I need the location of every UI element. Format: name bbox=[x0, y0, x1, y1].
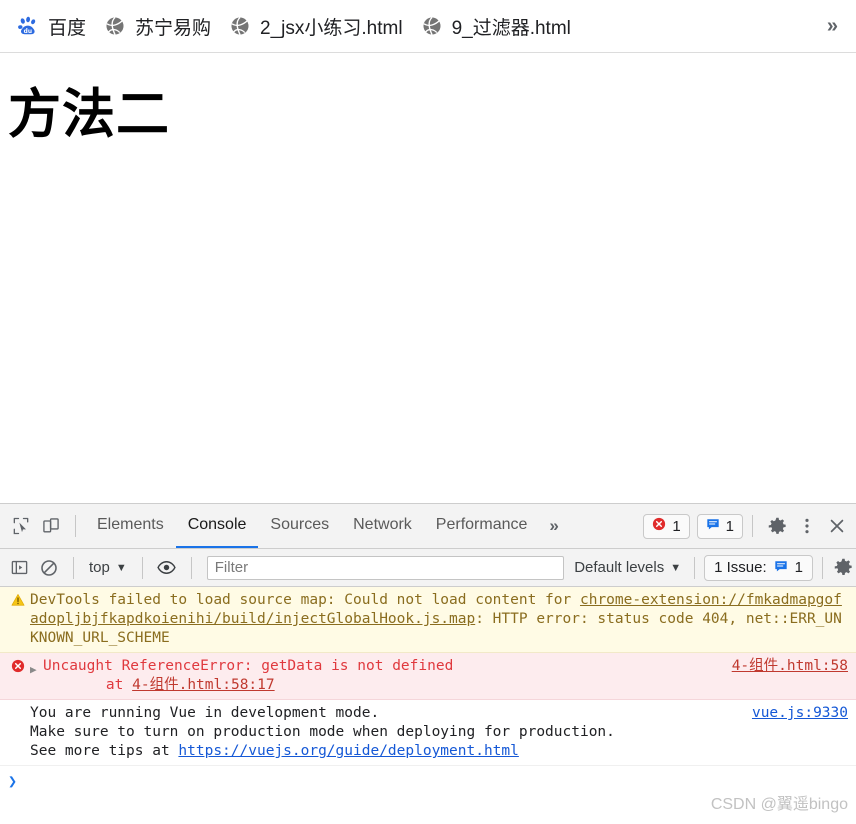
device-toolbar-icon[interactable] bbox=[36, 511, 66, 541]
bookmarks-bar: du 百度 苏宁易购 2_jsx小练习.html 9_过滤器.html » bbox=[0, 0, 856, 53]
console-toolbar-divider bbox=[694, 556, 696, 579]
devtools-tab-list: Elements Console Sources Network Perform… bbox=[85, 504, 569, 548]
bookmark-item-jsx-exercise[interactable]: 2_jsx小练习.html bbox=[220, 10, 412, 43]
speech-bubble-icon bbox=[706, 517, 720, 535]
warning-message-text: DevTools failed to load source map: Coul… bbox=[30, 591, 848, 648]
tab-sources[interactable]: Sources bbox=[258, 504, 341, 548]
message-count-value: 1 bbox=[725, 517, 734, 535]
error-stack-line: at 4-组件.html:58:17 bbox=[43, 676, 718, 695]
bookmark-label: 苏宁易购 bbox=[135, 17, 212, 39]
execution-context-label: top bbox=[89, 559, 110, 576]
devtools-main-toolbar: Elements Console Sources Network Perform… bbox=[0, 504, 856, 549]
bookmarks-overflow-button[interactable]: » bbox=[821, 12, 848, 40]
live-expression-icon[interactable] bbox=[152, 553, 182, 583]
web-page-viewport: 方法二 bbox=[0, 53, 856, 503]
error-message-text: Uncaught ReferenceError: getData is not … bbox=[43, 657, 722, 695]
prompt-chevron-icon: ❯ bbox=[8, 772, 18, 790]
globe-icon bbox=[229, 15, 251, 37]
tab-console[interactable]: Console bbox=[175, 504, 259, 548]
tab-elements[interactable]: Elements bbox=[85, 504, 176, 548]
bookmark-item-suning[interactable]: 苏宁易购 bbox=[95, 10, 220, 43]
info-source-link[interactable]: vue.js:9330 bbox=[752, 704, 848, 723]
chevron-down-icon: ▼ bbox=[115, 561, 127, 574]
globe-icon bbox=[104, 15, 126, 37]
clear-console-icon[interactable] bbox=[34, 553, 64, 583]
warning-text-lead: DevTools failed to load source map: Coul… bbox=[30, 592, 580, 608]
error-circle-icon bbox=[6, 657, 30, 673]
console-toolbar-divider bbox=[73, 556, 74, 579]
tabs-overflow-button[interactable]: » bbox=[539, 504, 568, 548]
toolbar-divider bbox=[752, 515, 753, 537]
vue-deployment-link[interactable]: https://vuejs.org/guide/deployment.html bbox=[178, 743, 518, 759]
console-toolbar-divider bbox=[190, 556, 192, 579]
baidu-paw-icon: du bbox=[17, 15, 39, 37]
log-levels-selector[interactable]: Default levels ▼ bbox=[570, 557, 685, 578]
error-count-badge[interactable]: 1 bbox=[643, 513, 690, 539]
bookmark-item-filter-html[interactable]: 9_过滤器.html bbox=[412, 10, 580, 43]
issues-count: 1 bbox=[794, 559, 803, 576]
svg-text:du: du bbox=[24, 29, 32, 35]
inspect-element-icon[interactable] bbox=[6, 511, 36, 541]
tab-performance[interactable]: Performance bbox=[424, 504, 540, 548]
bookmark-item-baidu[interactable]: du 百度 bbox=[8, 10, 95, 43]
console-message-info[interactable]: You are running Vue in development mode.… bbox=[0, 700, 856, 766]
error-stack-link[interactable]: 4-组件.html:58:17 bbox=[132, 677, 275, 693]
tab-network[interactable]: Network bbox=[341, 504, 424, 548]
message-count-badge[interactable]: 1 bbox=[696, 513, 743, 539]
info-message-text: You are running Vue in development mode.… bbox=[30, 704, 742, 761]
chevron-down-icon: ▼ bbox=[670, 561, 682, 574]
error-circle-icon bbox=[652, 517, 666, 535]
browser-window: du 百度 苏宁易购 2_jsx小练习.html 9_过滤器.html » 方法… bbox=[0, 0, 856, 824]
error-stack-prefix: at bbox=[71, 677, 133, 693]
watermark: CSDN @翼遥bingo bbox=[710, 796, 848, 813]
gear-icon[interactable] bbox=[832, 553, 854, 583]
speech-bubble-icon bbox=[774, 559, 788, 577]
close-icon[interactable] bbox=[822, 511, 852, 541]
execution-context-selector[interactable]: top ▼ bbox=[83, 557, 133, 578]
bookmark-label: 9_过滤器.html bbox=[451, 17, 571, 39]
console-sidebar-icon[interactable] bbox=[4, 553, 34, 583]
filter-input[interactable] bbox=[206, 555, 565, 580]
devtools-toolbar-right: 1 1 bbox=[636, 511, 854, 541]
console-message-warning[interactable]: DevTools failed to load source map: Coul… bbox=[0, 587, 856, 653]
log-levels-label: Default levels bbox=[574, 559, 665, 576]
expand-error-triangle-icon[interactable]: ▶ bbox=[30, 657, 43, 679]
bookmark-label: 2_jsx小练习.html bbox=[260, 17, 403, 39]
globe-icon bbox=[421, 15, 443, 37]
error-source-link[interactable]: 4-组件.html:58 bbox=[732, 657, 848, 676]
error-count-value: 1 bbox=[672, 517, 681, 535]
issues-label: 1 Issue: bbox=[714, 559, 767, 576]
warning-triangle-icon bbox=[6, 591, 30, 607]
toolbar-divider bbox=[75, 515, 76, 537]
info-message-gutter bbox=[6, 704, 30, 706]
devtools-panel: Elements Console Sources Network Perform… bbox=[0, 503, 856, 824]
error-text-main: Uncaught ReferenceError: getData is not … bbox=[43, 658, 454, 674]
console-toolbar-divider bbox=[822, 556, 823, 579]
console-message-list[interactable]: DevTools failed to load source map: Coul… bbox=[0, 587, 856, 824]
bookmark-label: 百度 bbox=[48, 17, 87, 39]
issues-button[interactable]: 1 Issue: 1 bbox=[704, 554, 813, 581]
console-toolbar: top ▼ Default levels ▼ 1 Issue: bbox=[0, 549, 856, 587]
console-input[interactable] bbox=[28, 772, 848, 791]
gear-icon[interactable] bbox=[762, 511, 792, 541]
console-toolbar-divider bbox=[141, 556, 143, 579]
console-message-error[interactable]: ▶ Uncaught ReferenceError: getData is no… bbox=[0, 653, 856, 700]
page-title: 方法二 bbox=[8, 84, 170, 145]
kebab-menu-icon[interactable] bbox=[792, 511, 822, 541]
